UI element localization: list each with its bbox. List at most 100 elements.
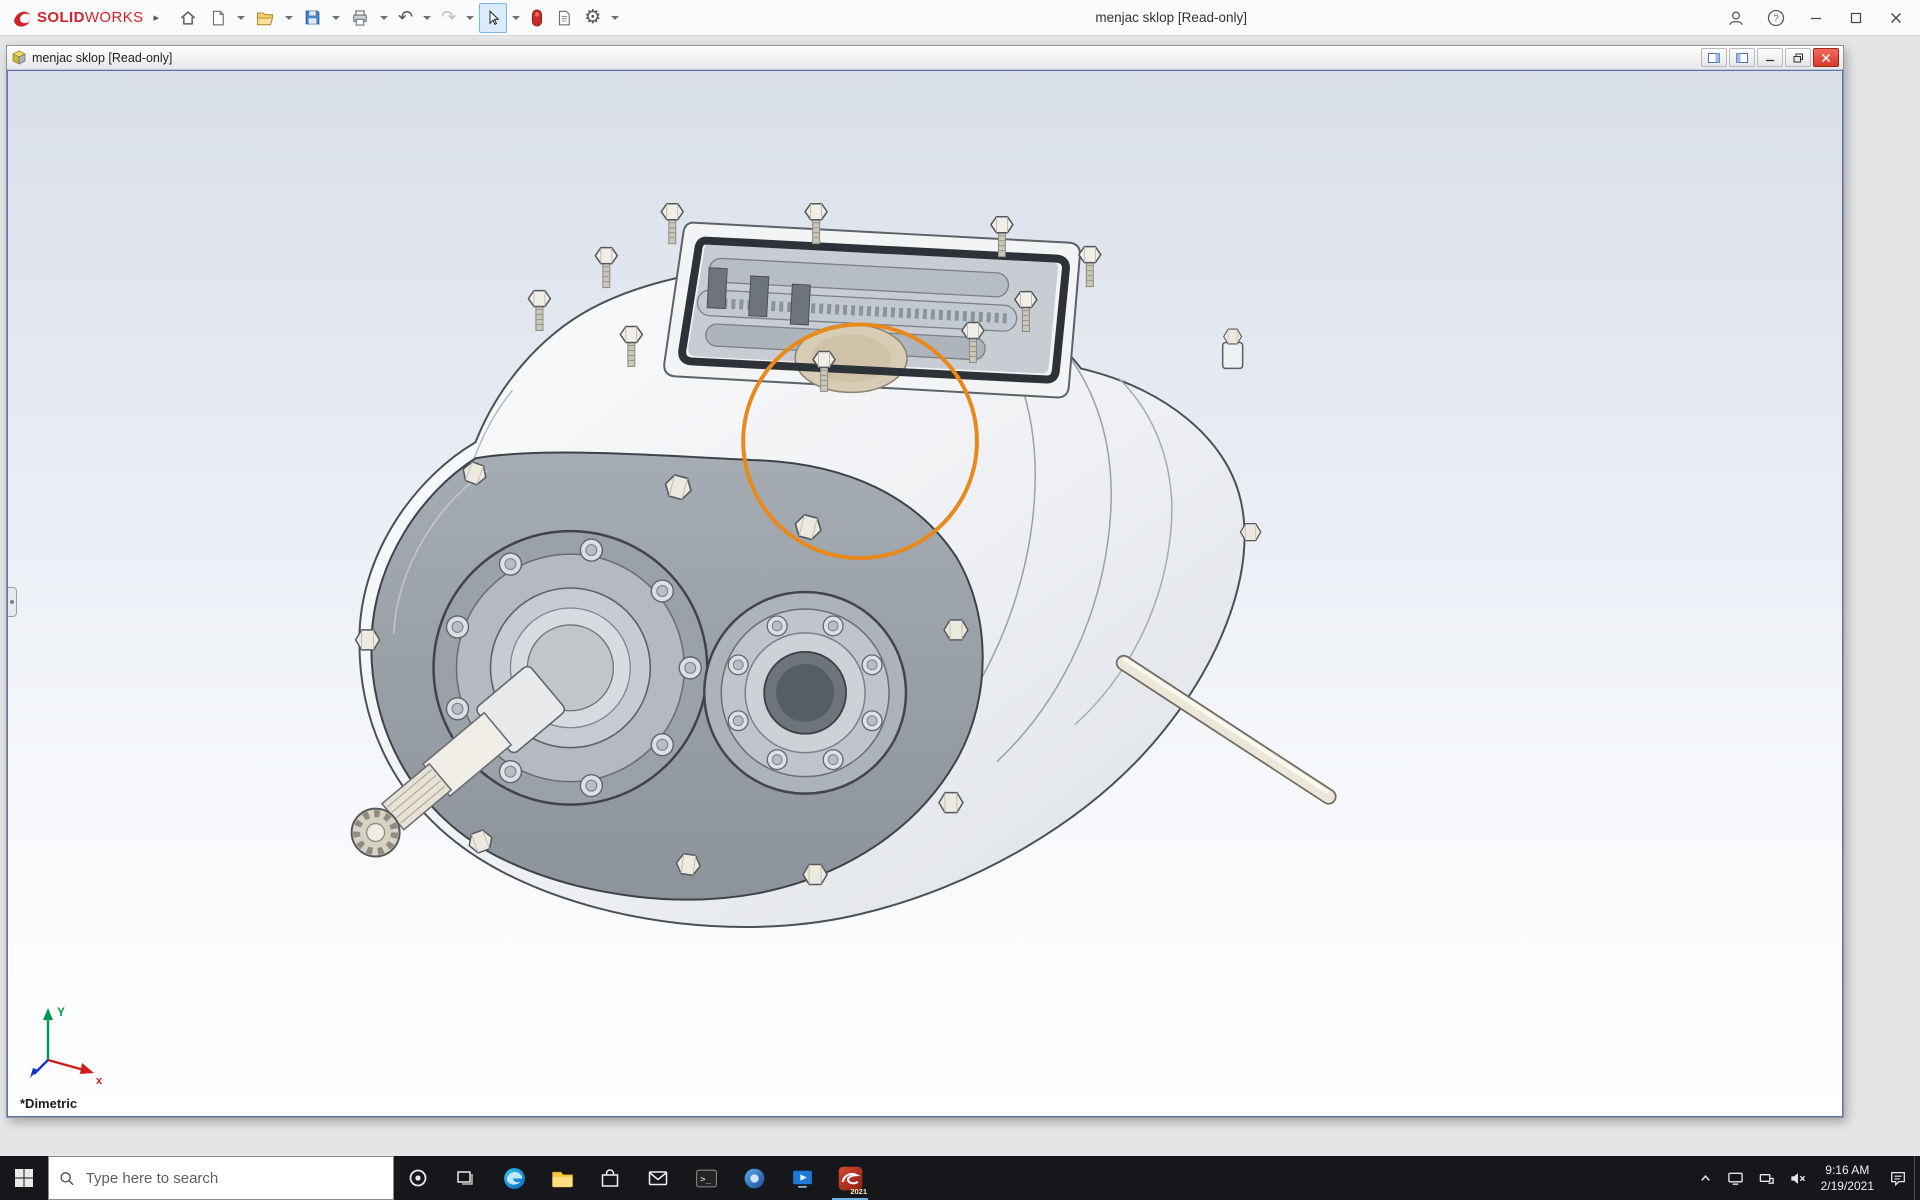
cortana-icon xyxy=(408,1168,428,1188)
menu-expand-icon[interactable]: ▸ xyxy=(152,11,166,24)
save-dropdown[interactable] xyxy=(328,3,344,33)
right-flange[interactable] xyxy=(704,592,906,794)
clock-date: 2/19/2021 xyxy=(1821,1178,1874,1194)
x-axis-label: x xyxy=(96,1075,103,1087)
maximize-icon xyxy=(1850,12,1862,24)
task-view-button[interactable] xyxy=(442,1156,490,1200)
taskbar-app-file-explorer[interactable] xyxy=(538,1156,586,1200)
doc-minimize-button[interactable] xyxy=(1757,48,1783,67)
new-document-button[interactable] xyxy=(204,3,232,33)
chevron-down-icon xyxy=(512,16,520,20)
hidden-icons-button[interactable] xyxy=(1691,1156,1720,1200)
redo-dropdown[interactable] xyxy=(462,3,478,33)
document-window-controls xyxy=(1701,48,1839,67)
maximize-button[interactable] xyxy=(1836,1,1876,35)
person-icon xyxy=(1726,8,1746,28)
system-tray: 9:16 AM 2/19/2021 xyxy=(1691,1156,1920,1200)
rebuild-traffic-light-icon xyxy=(530,8,544,28)
options-dropdown[interactable] xyxy=(607,3,623,33)
display-tray-button[interactable] xyxy=(1720,1156,1751,1200)
open-button[interactable] xyxy=(250,3,280,33)
top-cover[interactable] xyxy=(664,223,1080,398)
windows-taskbar: >_ 2021 xyxy=(0,1156,1920,1200)
photos-icon xyxy=(742,1166,767,1191)
action-center-icon xyxy=(1889,1169,1907,1187)
file-explorer-icon xyxy=(550,1166,575,1191)
minimize-icon xyxy=(1765,53,1775,63)
taskbar-app-movies-tv[interactable] xyxy=(778,1156,826,1200)
print-button[interactable] xyxy=(345,3,375,33)
taskbar-app-mail[interactable] xyxy=(634,1156,682,1200)
options-button[interactable]: ⚙ xyxy=(579,3,606,33)
chevron-down-icon xyxy=(380,16,388,20)
display-icon xyxy=(1727,1170,1744,1187)
reference-triad[interactable]: Y x xyxy=(24,1000,110,1090)
redo-button[interactable]: ↷ xyxy=(436,3,461,33)
feature-pane-button[interactable] xyxy=(1729,48,1755,67)
cursor-arrow-icon xyxy=(484,8,502,28)
select-dropdown[interactable] xyxy=(508,3,524,33)
cortana-button[interactable] xyxy=(394,1156,442,1200)
close-button[interactable] xyxy=(1876,1,1916,35)
taskbar-app-terminal[interactable]: >_ xyxy=(682,1156,730,1200)
feature-manager-collapsed-handle[interactable] xyxy=(8,587,17,617)
action-center-button[interactable] xyxy=(1882,1156,1914,1200)
app-window-controls: ? xyxy=(1716,1,1916,35)
minimize-icon xyxy=(1810,12,1822,24)
viewport-3d[interactable]: Y x *Dimetric xyxy=(7,70,1843,1117)
rebuild-button[interactable] xyxy=(525,3,549,33)
volume-tray-button[interactable] xyxy=(1782,1156,1813,1200)
network-icon xyxy=(1758,1170,1775,1187)
chevron-up-icon xyxy=(1698,1171,1713,1186)
chevron-down-icon xyxy=(611,16,619,20)
quick-access-toolbar: ↶ ↷ xyxy=(173,3,623,33)
taskbar-app-photos[interactable] xyxy=(730,1156,778,1200)
taskbar-clock[interactable]: 9:16 AM 2/19/2021 xyxy=(1813,1162,1882,1194)
save-button[interactable] xyxy=(298,3,327,33)
gear-icon: ⚙ xyxy=(584,8,601,27)
home-icon xyxy=(178,8,198,28)
start-button[interactable] xyxy=(0,1156,48,1200)
redo-icon: ↷ xyxy=(441,9,456,27)
undo-icon: ↶ xyxy=(398,9,413,27)
open-folder-icon xyxy=(255,8,275,28)
select-tool-button[interactable] xyxy=(479,3,507,33)
doc-close-button[interactable] xyxy=(1813,48,1839,67)
help-icon: ? xyxy=(1766,8,1786,28)
solidworks-logo[interactable]: SOLIDWORKS xyxy=(4,8,152,28)
open-dropdown[interactable] xyxy=(281,3,297,33)
help-button[interactable]: ? xyxy=(1756,1,1796,35)
close-icon xyxy=(1890,12,1902,24)
z-axis xyxy=(34,1060,48,1074)
document-titlebar[interactable]: menjac sklop [Read-only] xyxy=(7,46,1843,70)
undo-dropdown[interactable] xyxy=(419,3,435,33)
feature-pane-icon xyxy=(1736,53,1748,63)
undo-button[interactable]: ↶ xyxy=(393,3,418,33)
network-tray-button[interactable] xyxy=(1751,1156,1782,1200)
home-button[interactable] xyxy=(173,3,203,33)
taskbar-search[interactable] xyxy=(48,1156,394,1200)
new-document-dropdown[interactable] xyxy=(233,3,249,33)
doc-restore-button[interactable] xyxy=(1785,48,1811,67)
search-input[interactable] xyxy=(84,1169,383,1188)
minimize-button[interactable] xyxy=(1796,1,1836,35)
chevron-down-icon xyxy=(237,16,245,20)
file-properties-icon xyxy=(555,8,573,28)
mail-icon xyxy=(646,1166,670,1190)
chevron-down-icon xyxy=(332,16,340,20)
taskbar-app-edge[interactable] xyxy=(490,1156,538,1200)
print-dropdown[interactable] xyxy=(376,3,392,33)
task-view-icon xyxy=(456,1168,476,1188)
solidworks-version-badge: 2021 xyxy=(850,1187,867,1196)
show-desktop-button[interactable] xyxy=(1914,1156,1920,1200)
app-titlebar: SOLIDWORKS ▸ xyxy=(0,0,1920,36)
svg-text:?: ? xyxy=(1773,13,1779,24)
x-axis-arrow xyxy=(80,1063,94,1074)
mdi-area: menjac sklop [Read-only] xyxy=(0,36,1920,1156)
display-pane-button[interactable] xyxy=(1701,48,1727,67)
file-properties-button[interactable] xyxy=(550,3,578,33)
account-button[interactable] xyxy=(1716,1,1756,35)
taskbar-app-store[interactable] xyxy=(586,1156,634,1200)
screen: SOLIDWORKS ▸ xyxy=(0,0,1920,1200)
taskbar-app-solidworks[interactable]: 2021 xyxy=(826,1156,874,1200)
